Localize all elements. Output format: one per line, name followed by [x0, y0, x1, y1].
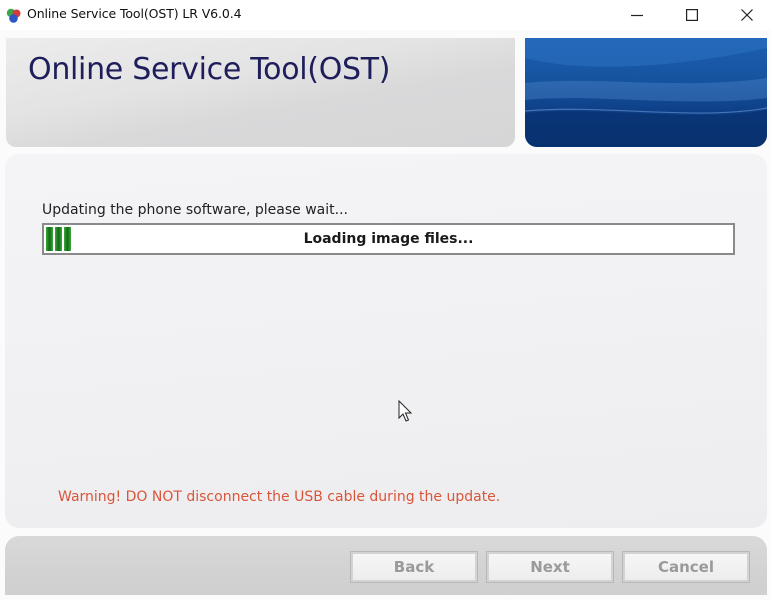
header-panel: Online Service Tool(OST) [6, 38, 515, 147]
content-panel: Updating the phone software, please wait… [5, 154, 767, 528]
warning-message: Warning! DO NOT disconnect the USB cable… [58, 489, 500, 505]
cancel-button[interactable]: Cancel [623, 552, 749, 582]
window-title: Online Service Tool(OST) LR V6.0.4 [27, 6, 241, 21]
back-button[interactable]: Back [351, 552, 477, 582]
maximize-icon [686, 9, 698, 21]
title-bar: Online Service Tool(OST) LR V6.0.4 [0, 0, 771, 30]
progress-bar: Loading image files... [42, 223, 735, 255]
minimize-button[interactable] [614, 0, 660, 30]
next-button[interactable]: Next [487, 552, 613, 582]
close-button[interactable] [724, 0, 770, 30]
minimize-icon [631, 9, 643, 21]
status-label: Updating the phone software, please wait… [42, 202, 348, 218]
maximize-button[interactable] [669, 0, 715, 30]
wave-graphic [525, 38, 767, 147]
progress-text: Loading image files... [44, 225, 733, 253]
header-title: Online Service Tool(OST) [28, 52, 390, 87]
header-banner-image [525, 38, 767, 147]
app-cubes-icon [5, 7, 22, 24]
footer-panel: Back Next Cancel [5, 536, 767, 595]
mouse-cursor-icon [398, 400, 414, 424]
close-icon [741, 9, 753, 21]
